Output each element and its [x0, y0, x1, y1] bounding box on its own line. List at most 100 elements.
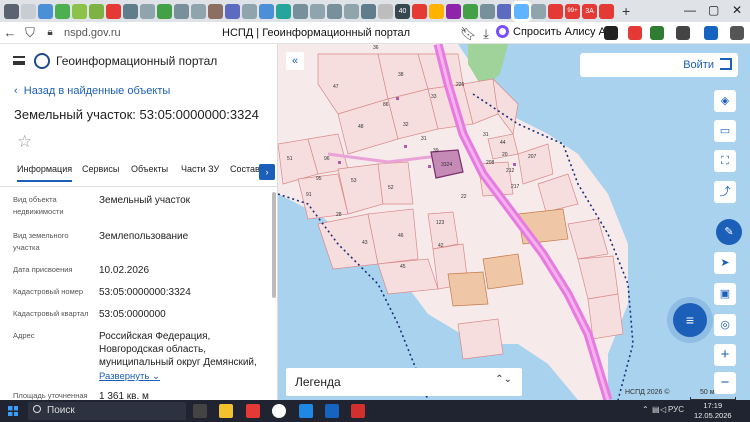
tab-favicon[interactable]: [38, 3, 53, 19]
tab-favicon[interactable]: [89, 3, 104, 19]
tab-badge[interactable]: 40: [395, 3, 410, 19]
yandex-browser-icon[interactable]: [272, 404, 286, 418]
chat-support-button[interactable]: ≡: [673, 303, 707, 337]
collections-icon[interactable]: [730, 26, 744, 40]
network-icon[interactable]: ▤: [652, 405, 660, 414]
select-area-button[interactable]: ⛶: [714, 150, 736, 172]
pdf-icon[interactable]: [351, 404, 365, 418]
download-icon[interactable]: ⤓: [476, 26, 496, 42]
tab-favicon[interactable]: [327, 3, 342, 19]
ask-alice-button[interactable]: Спросить Алису AI: [496, 25, 609, 38]
layers-button[interactable]: ◈: [714, 90, 736, 112]
new-tab-icon[interactable]: +: [622, 3, 630, 19]
close-icon[interactable]: ✕: [732, 3, 742, 17]
clock[interactable]: 17:19 12.05.2026: [694, 401, 732, 421]
back-arrow-icon[interactable]: ←: [0, 25, 20, 40]
panel-scrollbar[interactable]: [272, 192, 276, 298]
parcel-label: 22: [461, 194, 467, 200]
hamburger-menu-icon[interactable]: [13, 56, 25, 65]
tab-favicon[interactable]: [259, 3, 274, 19]
tab-favicon[interactable]: [208, 3, 223, 19]
back-to-results-link[interactable]: ‹ Назад в найденные объекты: [14, 85, 170, 97]
tab-favicon[interactable]: [140, 3, 155, 19]
tab-favicon[interactable]: [242, 3, 257, 19]
tab-favicon[interactable]: [123, 3, 138, 19]
url-field[interactable]: nspd.gov.ru: [64, 27, 121, 39]
tab-parcel-parts[interactable]: Части ЗУ: [181, 164, 219, 174]
bookmark-icon[interactable]: 🔖︎: [458, 26, 478, 42]
cadastral-map[interactable]: 3324 47 36 38 226 86 48 32 31 33 39 31 4…: [278, 44, 750, 400]
extension-icon[interactable]: [628, 26, 642, 40]
lock-icon[interactable]: 🔒︎: [40, 27, 60, 38]
taskbar-search[interactable]: Поиск: [28, 402, 186, 420]
assistant-button[interactable]: ✎: [716, 219, 742, 245]
minimize-icon[interactable]: —: [684, 3, 696, 17]
tab-information[interactable]: Информация: [17, 164, 73, 182]
tab-favicon[interactable]: [174, 3, 189, 19]
menu-icon[interactable]: [704, 26, 718, 40]
share-button[interactable]: ⤴: [714, 181, 736, 203]
tab-favicon[interactable]: [4, 3, 19, 19]
app-icon[interactable]: [299, 404, 313, 418]
tab-favicon[interactable]: [21, 3, 36, 19]
tab-favicon[interactable]: [276, 3, 291, 19]
tabs-scroll-right-icon[interactable]: ›: [259, 164, 275, 180]
task-view-icon[interactable]: [193, 404, 207, 418]
tab-favicon[interactable]: [361, 3, 376, 19]
extension-icon[interactable]: [650, 26, 664, 40]
tab-favicon[interactable]: [55, 3, 70, 19]
tab-favicon[interactable]: [191, 3, 206, 19]
tab-favicon[interactable]: [531, 3, 546, 19]
tab-favicon[interactable]: [157, 3, 172, 19]
tab-favicon[interactable]: [497, 3, 512, 19]
word-icon[interactable]: [325, 404, 339, 418]
tab-favicon-active[interactable]: [514, 3, 529, 19]
tab-favicon[interactable]: [429, 3, 444, 19]
tab-favicon[interactable]: [412, 3, 427, 19]
expand-address-link[interactable]: Развернуть ⌄: [99, 371, 160, 382]
shield-icon[interactable]: ⛉: [20, 25, 40, 41]
map-canvas[interactable]: 3324 47 36 38 226 86 48 32 31 33 39 31 4…: [278, 44, 750, 400]
tab-favicon[interactable]: [480, 3, 495, 19]
chevron-up-icon[interactable]: ⌃: [642, 405, 649, 414]
tab-badge[interactable]: 3A: [582, 3, 597, 19]
tab-services[interactable]: Сервисы: [82, 164, 119, 174]
tab-favicon[interactable]: [225, 3, 240, 19]
tab-favicon[interactable]: [310, 3, 325, 19]
tab-favicon[interactable]: [599, 3, 614, 19]
browser-tab-strip: 40 99+ 3A +: [0, 0, 750, 22]
tab-badge[interactable]: 99+: [565, 3, 580, 19]
locate-button[interactable]: ➤: [714, 252, 736, 274]
attribute-value[interactable]: 53:05:0000000: [99, 308, 269, 321]
extension-icon[interactable]: [676, 26, 690, 40]
tab-favicon[interactable]: [344, 3, 359, 19]
app-icon[interactable]: [246, 404, 260, 418]
tab-objects[interactable]: Объекты: [131, 164, 168, 174]
zoom-out-button[interactable]: −: [714, 372, 736, 394]
volume-icon[interactable]: ◁: [660, 405, 666, 414]
tab-favicon[interactable]: [463, 3, 478, 19]
attribute-label: Кадастровый квартал: [13, 309, 89, 318]
ruler-button[interactable]: ▭: [714, 120, 736, 142]
zoom-in-button[interactable]: +: [714, 344, 736, 366]
file-explorer-icon[interactable]: [219, 404, 233, 418]
tab-composition[interactable]: Состав: [230, 164, 260, 174]
favorite-star-icon[interactable]: ☆: [17, 132, 32, 152]
login-button[interactable]: Войти: [580, 53, 738, 77]
tab-favicon[interactable]: [293, 3, 308, 19]
parcel-label: 33: [431, 94, 437, 100]
attribute-value[interactable]: 53:05:0000000:3324: [99, 286, 269, 299]
collapse-panel-button[interactable]: «: [286, 52, 304, 70]
tab-favicon[interactable]: [106, 3, 121, 19]
legend-dropdown[interactable]: Легенда ⌃⌄: [286, 368, 522, 396]
tab-favicon[interactable]: [548, 3, 563, 19]
windows-start-icon[interactable]: [8, 406, 18, 416]
tab-favicon[interactable]: [378, 3, 393, 19]
geolocation-button[interactable]: ◎: [714, 314, 736, 336]
tab-favicon[interactable]: [72, 3, 87, 19]
print-button[interactable]: ▣: [714, 283, 736, 305]
tab-favicon[interactable]: [446, 3, 461, 19]
language-indicator[interactable]: РУС: [668, 405, 684, 414]
maximize-icon[interactable]: ▢: [708, 3, 719, 17]
extension-icon[interactable]: [604, 26, 618, 40]
